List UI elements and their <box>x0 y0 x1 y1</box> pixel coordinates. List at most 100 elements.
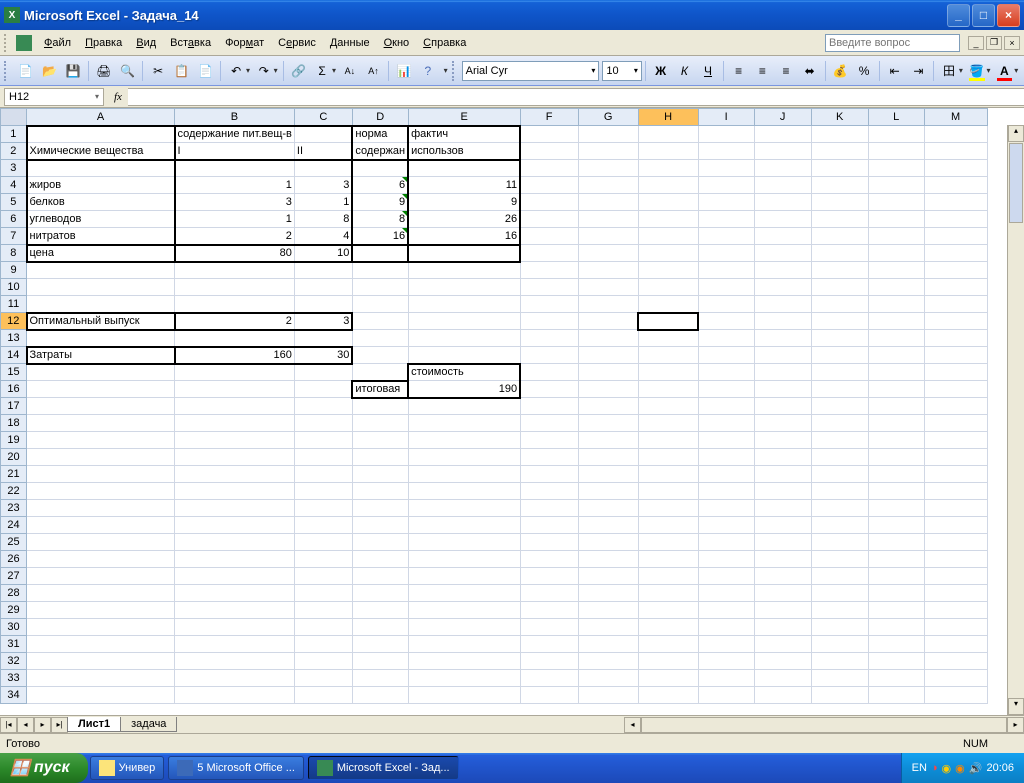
cell-H3[interactable] <box>638 160 698 177</box>
cell-G16[interactable] <box>578 381 638 398</box>
menu-edit[interactable]: Правка <box>79 35 128 51</box>
cell-D31[interactable] <box>352 636 408 653</box>
cell-C33[interactable] <box>294 670 352 687</box>
cell-B26[interactable] <box>175 551 295 568</box>
cell-D26[interactable] <box>352 551 408 568</box>
cell-M19[interactable] <box>924 432 987 449</box>
cell-B14[interactable]: 160 <box>175 347 295 364</box>
cell-E29[interactable] <box>408 602 520 619</box>
cell-C11[interactable] <box>294 296 352 313</box>
cell-E23[interactable] <box>408 500 520 517</box>
cell-L5[interactable] <box>868 194 924 211</box>
cell-K20[interactable] <box>811 449 868 466</box>
cell-M10[interactable] <box>924 279 987 296</box>
cell-H11[interactable] <box>638 296 698 313</box>
cell-E15[interactable]: стоимость <box>408 364 520 381</box>
menu-window[interactable]: Окно <box>378 35 416 51</box>
autosum-icon[interactable]: Σ <box>311 60 333 82</box>
cell-K30[interactable] <box>811 619 868 636</box>
tab-nav-next-icon[interactable]: ▸ <box>34 717 51 733</box>
redo-icon[interactable]: ↷ <box>253 60 275 82</box>
cell-F14[interactable] <box>520 347 578 364</box>
cell-K7[interactable] <box>811 228 868 245</box>
align-center-icon[interactable]: ≡ <box>752 60 774 82</box>
cell-M21[interactable] <box>924 466 987 483</box>
cell-J3[interactable] <box>754 160 811 177</box>
cell-E10[interactable] <box>408 279 520 296</box>
system-tray[interactable]: EN ◑ ◉ ◉ 🔊 20:06 <box>901 753 1024 783</box>
cell-A31[interactable] <box>27 636 175 653</box>
cell-B15[interactable] <box>175 364 295 381</box>
cell-H2[interactable] <box>638 143 698 160</box>
menu-file[interactable]: Файл <box>38 35 77 51</box>
cell-E25[interactable] <box>408 534 520 551</box>
cell-A17[interactable] <box>27 398 175 415</box>
cell-J28[interactable] <box>754 585 811 602</box>
cell-B23[interactable] <box>175 500 295 517</box>
cell-B16[interactable] <box>175 381 295 398</box>
cell-I27[interactable] <box>698 568 754 585</box>
cell-J15[interactable] <box>754 364 811 381</box>
cell-K29[interactable] <box>811 602 868 619</box>
sheet-tab-1[interactable]: Лист1 <box>67 717 121 732</box>
cell-B20[interactable] <box>175 449 295 466</box>
cell-B21[interactable] <box>175 466 295 483</box>
cell-I14[interactable] <box>698 347 754 364</box>
cell-H23[interactable] <box>638 500 698 517</box>
cell-B1[interactable]: содержание пит.вещ-в <box>175 126 295 143</box>
cell-C16[interactable] <box>294 381 352 398</box>
cell-M4[interactable] <box>924 177 987 194</box>
tab-nav-first-icon[interactable]: |◂ <box>0 717 17 733</box>
cell-I1[interactable] <box>698 126 754 143</box>
maximize-button[interactable]: □ <box>972 4 995 27</box>
taskbar-item-word[interactable]: 5 Microsoft Office ... <box>168 756 304 780</box>
cell-E8[interactable] <box>408 245 520 262</box>
cell-D14[interactable] <box>352 347 408 364</box>
cell-C20[interactable] <box>294 449 352 466</box>
cell-C23[interactable] <box>294 500 352 517</box>
cell-H12[interactable] <box>638 313 698 330</box>
cell-K23[interactable] <box>811 500 868 517</box>
cell-A26[interactable] <box>27 551 175 568</box>
select-all-corner[interactable] <box>1 109 27 126</box>
cell-J1[interactable] <box>754 126 811 143</box>
cell-E14[interactable] <box>408 347 520 364</box>
cell-K5[interactable] <box>811 194 868 211</box>
cell-B8[interactable]: 80 <box>175 245 295 262</box>
cell-C21[interactable] <box>294 466 352 483</box>
cell-D11[interactable] <box>352 296 408 313</box>
horizontal-scrollbar[interactable]: ◂▸ <box>624 717 1024 733</box>
cell-F31[interactable] <box>520 636 578 653</box>
cell-E21[interactable] <box>408 466 520 483</box>
save-icon[interactable]: 💾 <box>62 60 84 82</box>
cell-H22[interactable] <box>638 483 698 500</box>
cell-D29[interactable] <box>352 602 408 619</box>
cell-L10[interactable] <box>868 279 924 296</box>
cell-L23[interactable] <box>868 500 924 517</box>
cell-K34[interactable] <box>811 687 868 704</box>
cell-K25[interactable] <box>811 534 868 551</box>
cell-D28[interactable] <box>352 585 408 602</box>
cell-M12[interactable] <box>924 313 987 330</box>
cell-H20[interactable] <box>638 449 698 466</box>
cell-H32[interactable] <box>638 653 698 670</box>
cell-G4[interactable] <box>578 177 638 194</box>
cell-B25[interactable] <box>175 534 295 551</box>
cell-F19[interactable] <box>520 432 578 449</box>
cell-C17[interactable] <box>294 398 352 415</box>
underline-icon[interactable]: Ч <box>697 60 719 82</box>
col-header-G[interactable]: G <box>578 109 638 126</box>
cell-E1[interactable]: фактич <box>408 126 520 143</box>
cell-L3[interactable] <box>868 160 924 177</box>
cell-L26[interactable] <box>868 551 924 568</box>
cell-M22[interactable] <box>924 483 987 500</box>
cell-E11[interactable] <box>408 296 520 313</box>
cell-A8[interactable]: цена <box>27 245 175 262</box>
cell-A4[interactable]: жиров <box>27 177 175 194</box>
increase-indent-icon[interactable]: ⇥ <box>908 60 930 82</box>
cell-E7[interactable]: 16 <box>408 228 520 245</box>
col-header-L[interactable]: L <box>868 109 924 126</box>
cell-G32[interactable] <box>578 653 638 670</box>
cell-C13[interactable] <box>294 330 352 347</box>
cell-M15[interactable] <box>924 364 987 381</box>
